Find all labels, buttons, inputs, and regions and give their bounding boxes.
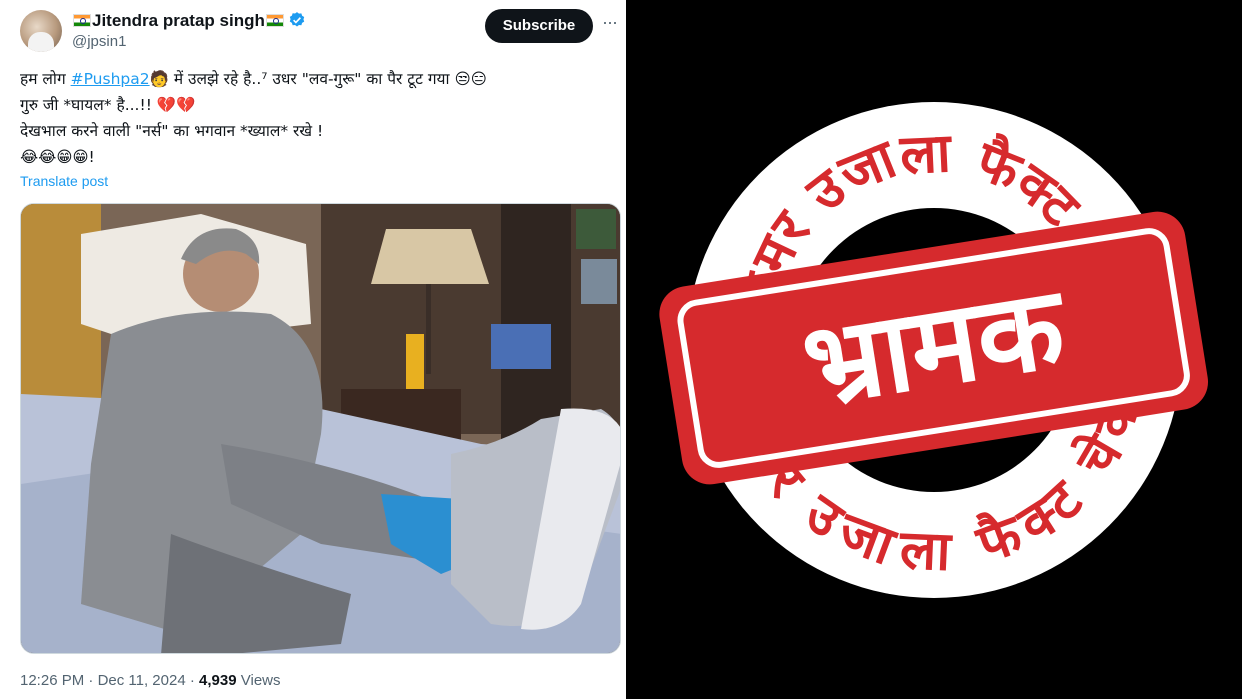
meta-separator: · [88,672,98,689]
india-flag-icon [265,14,284,27]
subscribe-button[interactable]: Subscribe [485,9,593,43]
verified-badge-icon [289,12,305,27]
tweet-card: Jitendra pratap singh @jpsin1 Subscribe … [0,0,626,699]
tweet-text-line-1: हम लोग #Pushpa2🧑 में उलझे रहे है..⁷ उधर … [20,66,610,92]
tweet-time[interactable]: 12:26 PM [20,672,84,689]
fact-check-stamp: अमर उजाला फैक्ट चेक अमर उजाला फैक्ट चेक … [659,102,1209,598]
tweet-text-line-2: गुरु जी *घायल* है...!! 💔💔 [20,96,196,114]
tweet-photo[interactable] [20,203,621,654]
tweet-text-prefix: हम लोग [20,70,71,88]
author-name[interactable]: Jitendra pratap singh [92,11,265,30]
translate-post-link[interactable]: Translate post [20,173,108,189]
author-name-row[interactable]: Jitendra pratap singh [72,11,306,31]
more-options-icon[interactable]: ··· [602,12,618,33]
india-flag-icon [73,14,91,27]
tweet-date[interactable]: Dec 11, 2024 [98,672,186,689]
views-label: Views [240,672,281,689]
tweet-meta: 12:26 PM · Dec 11, 2024 · 4,939 Views [20,672,281,689]
hashtag-link[interactable]: #Pushpa2 [71,70,150,88]
tweet-text: हम लोग #Pushpa2🧑 में उलझे रहे है..⁷ उधर … [20,66,610,170]
views-count: 4,939 [199,672,237,689]
tweet-text-line-3: देखभाल करने वाली "नर्स" का भगवान *ख्याल*… [20,122,324,140]
photo-illustration [21,204,620,653]
author-handle[interactable]: @jpsin1 [72,33,126,50]
tweet-text-line-4: 😂😂😁😁! [20,148,95,166]
fact-check-stamp-panel: अमर उजाला फैक्ट चेक अमर उजाला फैक्ट चेक … [626,0,1242,699]
meta-separator: · [189,672,200,689]
tweet-text-suffix: में उलझे रहे है..⁷ उधर "लव-गुरू" का पैर … [168,70,487,88]
person-emoji-icon: 🧑 [149,70,169,88]
author-avatar[interactable] [20,10,62,52]
